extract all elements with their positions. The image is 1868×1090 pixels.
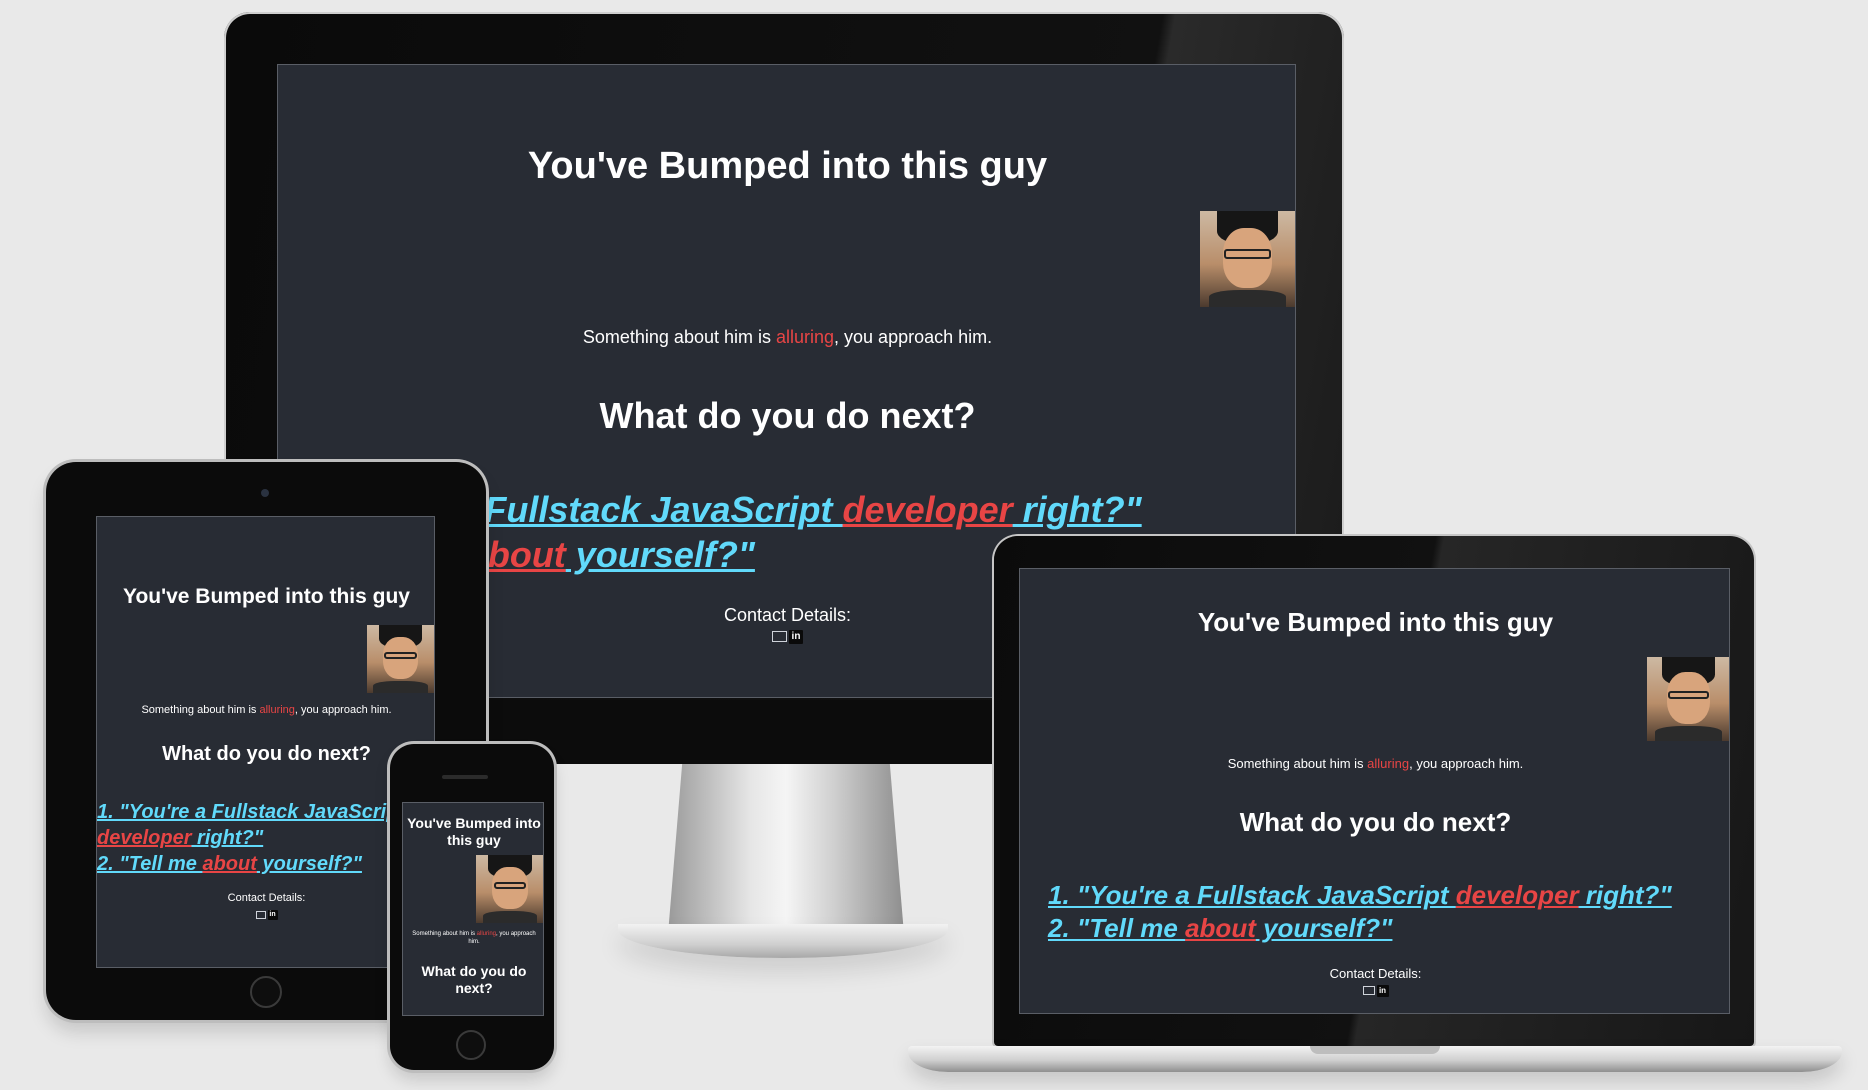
mail-icon[interactable]	[255, 911, 266, 919]
page-title: You've Bumped into this guy	[1197, 607, 1554, 637]
contact-label: Contact Details:	[227, 892, 306, 904]
option-developer-link-wrap[interactable]: developer right?"	[97, 825, 405, 851]
page-title: You've Bumped into this guy	[123, 585, 410, 608]
question-heading: What do you do next?	[162, 743, 371, 765]
intro-text: Something about him is alluring, you app…	[1227, 756, 1524, 771]
monitor-stand-foot	[618, 924, 948, 958]
contact-icons: in	[1020, 982, 1729, 1000]
alluring-link[interactable]: alluring	[776, 327, 834, 347]
option-about-link[interactable]: 2. "Tell me about yourself?"	[1048, 912, 1672, 945]
profile-photo	[1646, 657, 1729, 741]
profile-photo	[476, 855, 543, 923]
page-title: You've Bumped into this guy	[527, 145, 1048, 187]
linkedin-icon[interactable]: in	[1376, 984, 1389, 997]
alluring-link[interactable]: alluring	[259, 704, 294, 716]
options-list: 1. "You're a Fullstack JavaScript develo…	[1048, 879, 1672, 945]
monitor-stand-neck	[668, 764, 904, 934]
profile-photo	[1199, 211, 1295, 307]
phone-screen: You've Bumped into this guy Something ab…	[402, 802, 544, 1016]
intro-text: Something about him is alluring, you app…	[412, 931, 536, 945]
alluring-link[interactable]: alluring	[477, 931, 496, 937]
laptop-notch	[1310, 1046, 1440, 1054]
tablet-camera	[261, 489, 269, 497]
options-list: 1. "You're a Fullstack JavaScript develo…	[97, 799, 405, 877]
alluring-link[interactable]: alluring	[1367, 756, 1409, 771]
question-heading: What do you do next?	[599, 395, 976, 436]
laptop-screen: You've Bumped into this guy Something ab…	[1019, 568, 1730, 1014]
phone-speaker	[442, 775, 488, 779]
option-developer-link[interactable]: 1. "You're a Fullstack JavaScript	[97, 799, 405, 825]
tablet-screen: You've Bumped into this guy Something ab…	[96, 516, 435, 968]
contact-label: Contact Details:	[1329, 966, 1422, 981]
page-title: You've Bumped into this guy	[407, 815, 541, 848]
tablet-home-button	[250, 976, 282, 1008]
mail-icon[interactable]	[1362, 986, 1375, 995]
intro-text: Something about him is alluring, you app…	[582, 327, 993, 347]
question-heading: What do you do next?	[421, 963, 527, 996]
mail-icon[interactable]	[772, 631, 787, 642]
linkedin-icon[interactable]: in	[789, 629, 803, 644]
linkedin-icon[interactable]: in	[267, 910, 278, 920]
option-developer-link[interactable]: 1. "You're a Fullstack JavaScript develo…	[1048, 879, 1672, 912]
contact-icons: in	[97, 906, 434, 924]
profile-photo	[366, 625, 434, 693]
phone-home-button	[456, 1030, 486, 1060]
option-about-link[interactable]: 2. "Tell me about yourself?"	[97, 851, 405, 877]
question-heading: What do you do next?	[1239, 807, 1512, 837]
intro-text: Something about him is alluring, you app…	[141, 704, 392, 716]
